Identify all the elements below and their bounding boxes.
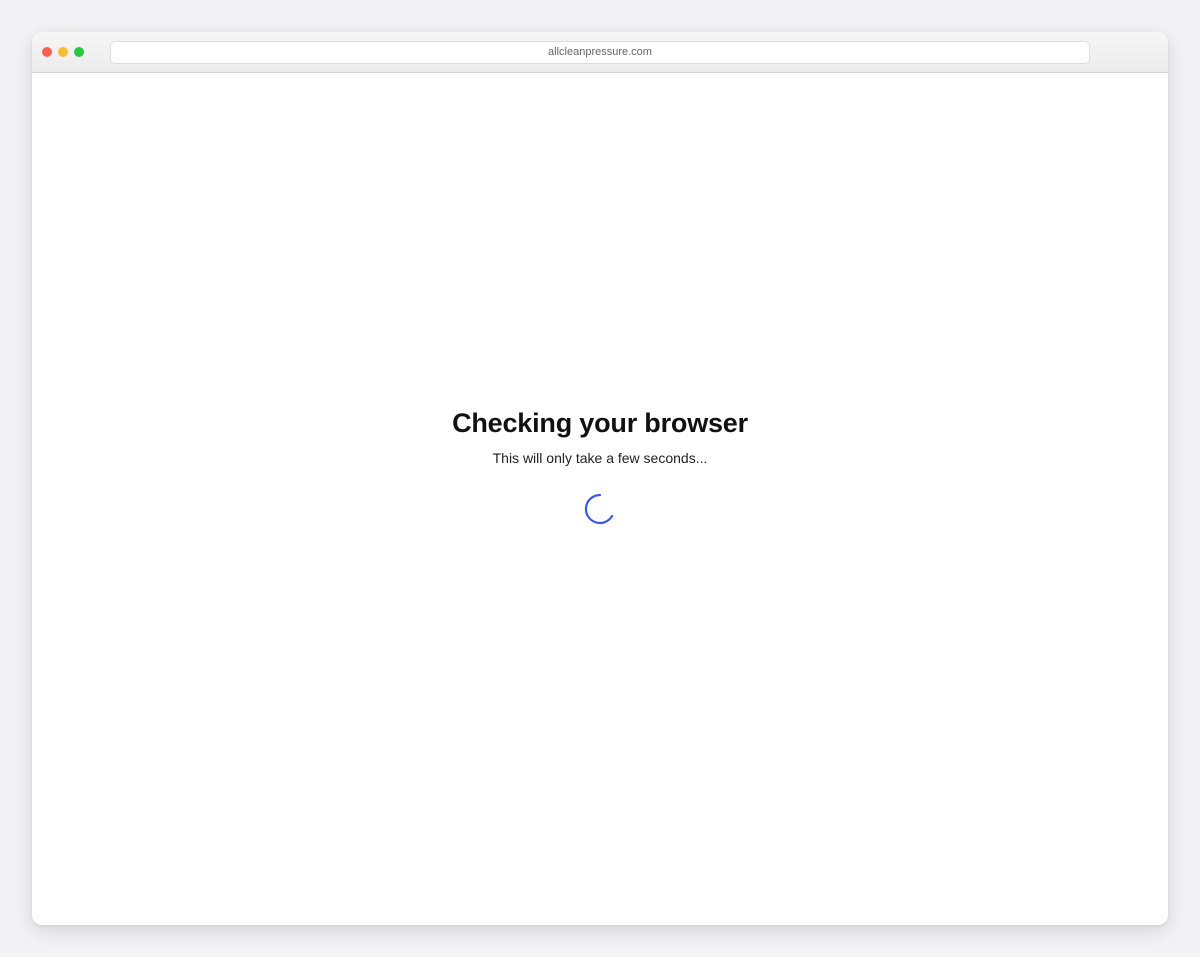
loading-spinner-icon xyxy=(584,493,614,525)
address-bar[interactable]: allcleanpressure.com xyxy=(110,41,1090,64)
close-window-button[interactable] xyxy=(42,47,52,57)
maximize-window-button[interactable] xyxy=(74,47,84,57)
browser-check-panel: Checking your browser This will only tak… xyxy=(32,408,1168,466)
page-content: Checking your browser This will only tak… xyxy=(32,73,1168,925)
page-title: Checking your browser xyxy=(452,408,748,438)
page-subtitle: This will only take a few seconds... xyxy=(492,450,708,466)
browser-titlebar: allcleanpressure.com xyxy=(32,32,1168,73)
minimize-window-button[interactable] xyxy=(58,47,68,57)
browser-window: allcleanpressure.com Checking your brows… xyxy=(32,32,1168,925)
